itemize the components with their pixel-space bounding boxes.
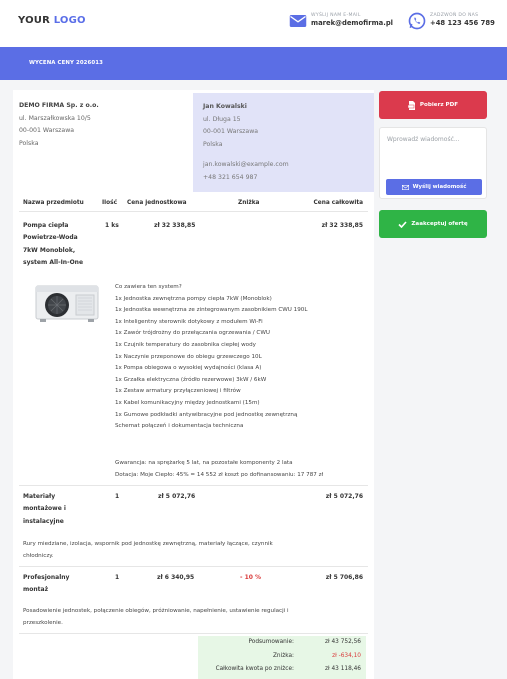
- buyer-street: ul. Długa 15: [203, 115, 241, 123]
- divider: [19, 211, 368, 212]
- logo-suffix: LOGO: [53, 15, 86, 26]
- seller-city: 00-001 Warszawa: [19, 127, 75, 135]
- mail-icon: [289, 15, 307, 27]
- buyer-address-box: Jan Kowalski ul. Długa 15 00-001 Warszaw…: [193, 93, 374, 192]
- message-input[interactable]: Wprowadź wiadomość...: [387, 136, 481, 172]
- item-name: Profesjonalny montaż: [23, 574, 70, 594]
- buyer-phone[interactable]: +48 321 654 987: [203, 172, 289, 185]
- buyer-email[interactable]: jan.kowalski@example.com: [203, 159, 289, 172]
- accept-offer-button[interactable]: Zaakceptuj ofertę: [379, 210, 487, 238]
- email-caption: WYŚLIJ NAM E-MAIL: [311, 13, 361, 18]
- item-total: zł 5 706,86: [325, 574, 363, 581]
- column-header-name: Nazwa przedmiotu: [23, 200, 84, 206]
- quote-card: DEMO FIRMA Sp. z o.o. ul. Marszałkowska …: [13, 90, 374, 679]
- divider: [19, 566, 368, 567]
- email-address[interactable]: marek@demofirma.pl: [311, 19, 393, 27]
- checkmark-icon: [398, 220, 407, 228]
- divider: [19, 485, 368, 486]
- seller-street: ul. Marszałkowska 10/5: [19, 114, 91, 122]
- quote-title: WYCENA CENY 2026013: [29, 60, 103, 66]
- summary-box: Podsumowanie: zł 43 752,56 Zniżka: zł -6…: [198, 636, 366, 679]
- item-total: zł 5 072,76: [325, 493, 363, 500]
- column-header-discount: Zniżka: [238, 200, 260, 206]
- seller-name: DEMO FIRMA Sp. z o.o.: [19, 102, 99, 109]
- accept-offer-label: Zaakceptuj ofertę: [411, 221, 468, 227]
- buyer-name: Jan Kowalski: [203, 103, 247, 110]
- page-header: YOUR LOGO WYŚLIJ NAM E-MAIL marek@demofi…: [0, 0, 507, 47]
- summary-discount-label: Zniżka:: [272, 653, 294, 659]
- pdf-icon: [407, 100, 416, 110]
- column-header-qty: Ilość: [102, 200, 118, 206]
- item-total: zł 32 338,85: [321, 222, 363, 229]
- item-discount: - 10 %: [240, 574, 262, 581]
- seller-country: Polska: [19, 139, 39, 147]
- item-name: Pompa ciepła Powietrze-Woda 7kW Monoblok…: [23, 222, 84, 267]
- download-pdf-button[interactable]: Pobierz PDF: [379, 91, 487, 119]
- column-header-total: Cena całkowita: [313, 200, 363, 206]
- send-message-label: Wyślij wiadomość: [412, 184, 467, 190]
- item-description: Rury miedziane, izolacja, wspornik pod j…: [23, 541, 273, 560]
- item-name: Materiały montażowe i instalacyjne: [23, 493, 66, 525]
- title-banner: WYCENA CENY 2026013: [0, 47, 507, 80]
- phone-caption: ZADZWOŃ DO NAS: [430, 13, 479, 18]
- message-panel: Wprowadź wiadomość... Wyślij wiadomość: [379, 127, 487, 199]
- email-contact[interactable]: WYŚLIJ NAM E-MAIL marek@demofirma.pl: [289, 12, 393, 30]
- summary-subtotal-value: zł 43 752,56: [324, 639, 361, 645]
- send-message-button[interactable]: Wyślij wiadomość: [386, 179, 482, 195]
- item-notes: Gwarancja: na sprężarkę 5 lat, na pozost…: [115, 460, 324, 479]
- summary-total-label: Całkowita kwota po zniżce:: [215, 666, 294, 672]
- summary-total-value: zł 43 118,46: [324, 666, 361, 672]
- download-pdf-label: Pobierz PDF: [419, 102, 459, 108]
- buyer-country: Polska: [203, 140, 223, 148]
- summary-discount-value: zł -634,10: [332, 653, 361, 659]
- seller-address: DEMO FIRMA Sp. z o.o. ul. Marszałkowska …: [19, 100, 99, 150]
- item-description: Posadowienie jednostek, połączenie obieg…: [23, 608, 289, 627]
- item-unit-price: zł 32 338,85: [154, 222, 196, 229]
- phone-contact[interactable]: ZADZWOŃ DO NAS +48 123 456 789: [408, 12, 495, 30]
- phone-number[interactable]: +48 123 456 789: [430, 19, 495, 27]
- item-unit-price: zł 5 072,76: [158, 493, 196, 500]
- envelope-icon: [401, 184, 409, 190]
- logo[interactable]: YOUR LOGO: [18, 15, 86, 26]
- item-qty: 1 ks: [105, 222, 119, 229]
- heat-pump-image: [35, 285, 99, 322]
- item-unit-price: zł 6 340,95: [157, 574, 195, 581]
- divider: [19, 633, 368, 634]
- item-qty: 1: [115, 574, 120, 581]
- logo-prefix: YOUR: [18, 15, 51, 26]
- buyer-city: 00-001 Warszawa: [203, 128, 259, 136]
- item-description: Co zawiera ten system? 1x Jednostka zewn…: [115, 284, 308, 430]
- item-qty: 1: [115, 493, 120, 500]
- summary-subtotal-label: Podsumowanie:: [248, 639, 294, 645]
- whatsapp-icon: [408, 12, 426, 30]
- column-header-unit-price: Cena jednostkowa: [127, 200, 187, 206]
